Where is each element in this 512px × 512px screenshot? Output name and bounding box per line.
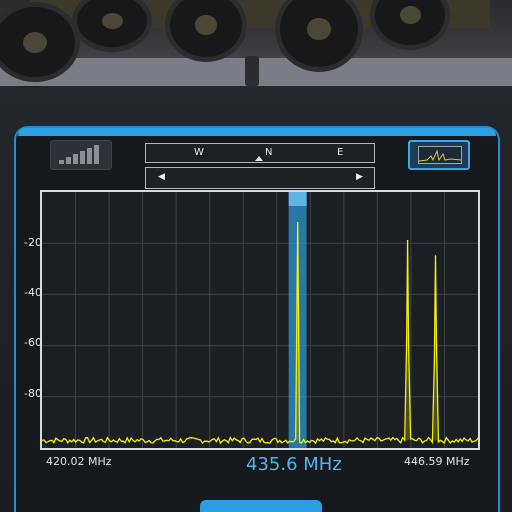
y-tick-label: -80 [24, 387, 42, 400]
spectrum-trace [42, 222, 478, 445]
spectrum-peak [296, 221, 299, 224]
scanner-top-strip [18, 128, 496, 136]
vehicle-wheel [370, 0, 450, 50]
x-min-label: 420.02 MHz [46, 455, 112, 468]
y-tick-label: -20 [24, 236, 42, 249]
background-scene [0, 0, 512, 90]
compass-bar: W N E [145, 143, 375, 163]
antenna [245, 56, 259, 86]
compass-west: W [194, 147, 204, 158]
x-max-label: 446.59 MHz [404, 455, 470, 468]
vehicle-wheel [72, 0, 152, 52]
y-tick-label: -60 [24, 336, 42, 349]
y-tick-label: -40 [24, 286, 42, 299]
signal-strength-button[interactable] [50, 140, 112, 170]
spectrum-graph[interactable] [40, 190, 480, 450]
spectrum-mode-button[interactable] [408, 140, 470, 170]
compass-north: N [265, 147, 273, 158]
compass-heading-marker-icon [255, 156, 263, 161]
scan-range-bar[interactable]: ◀ ▶ [145, 167, 375, 189]
compass-east: E [337, 147, 344, 158]
current-frequency: 435.6 MHz [246, 454, 342, 475]
spectrum-peak [434, 255, 437, 257]
caret-left-icon[interactable]: ◀ [158, 172, 165, 182]
vehicle-wheel [165, 0, 247, 62]
caret-right-icon[interactable]: ▶ [356, 172, 363, 182]
selected-frequency-band-top [288, 192, 307, 206]
bottom-tab[interactable] [200, 500, 322, 512]
spectrum-peak [406, 239, 409, 242]
spectrum-icon [418, 146, 462, 164]
